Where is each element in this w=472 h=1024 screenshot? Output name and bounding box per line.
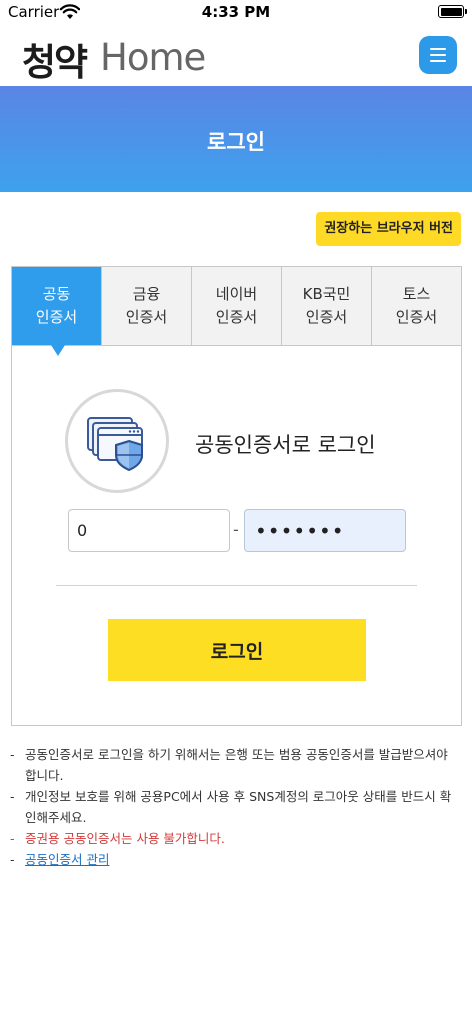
id-input[interactable] xyxy=(68,509,230,552)
battery-icon xyxy=(438,5,467,18)
menu-button[interactable] xyxy=(419,36,457,74)
hamburger-icon xyxy=(430,48,446,50)
cert-tabs: 공동 인증서 금융 인증서 네이버 인증서 KB국민 인증서 토스 인증서 xyxy=(12,267,461,356)
notice-item: 개인정보 보호를 위해 공용PC에서 사용 후 SNS계정의 로그아웃 상태를 … xyxy=(10,786,462,828)
logo-korean: 청약 xyxy=(22,41,88,84)
notice-list: 공동인증서로 로그인을 하기 위해서는 은행 또는 범용 공동인증서를 발급받으… xyxy=(10,744,462,870)
notice-item-warning: 증권용 공동인증서는 사용 불가합니다. xyxy=(10,828,462,849)
login-button[interactable]: 로그인 xyxy=(108,619,366,681)
status-time: 4:33 PM xyxy=(201,3,271,21)
recommended-browser-button[interactable]: 권장하는 브라우저 버전 xyxy=(316,212,461,246)
tab-financial-cert[interactable]: 금융 인증서 xyxy=(102,267,192,345)
input-separator: - xyxy=(233,520,239,539)
tab-toss-cert[interactable]: 토스 인증서 xyxy=(372,267,461,345)
site-logo[interactable]: 청약 Home xyxy=(22,32,222,84)
cert-management-link[interactable]: 공동인증서 관리 xyxy=(25,852,109,867)
page-title: 로그인 xyxy=(207,130,265,154)
password-input[interactable] xyxy=(244,509,406,552)
notice-item: 공동인증서로 로그인을 하기 위해서는 은행 또는 범용 공동인증서를 발급받으… xyxy=(10,744,462,786)
divider xyxy=(56,585,417,586)
logo-english: Home xyxy=(100,36,206,79)
tab-joint-cert[interactable]: 공동 인증서 xyxy=(12,267,102,356)
status-bar: Carrier 4:33 PM xyxy=(0,0,472,26)
tab-naver-cert[interactable]: 네이버 인증서 xyxy=(192,267,282,345)
cert-login-title: 공동인증서로 로그인 xyxy=(195,433,376,457)
notice-item-link: 공동인증서 관리 xyxy=(10,849,462,870)
tab-kb-cert[interactable]: KB국민 인증서 xyxy=(282,267,372,345)
login-panel: 공동 인증서 금융 인증서 네이버 인증서 KB국민 인증서 토스 인증서 공동인증서로 xyxy=(11,266,462,726)
certificate-shield-icon xyxy=(87,417,143,472)
app-header: 청약 Home xyxy=(0,26,472,86)
cert-icon-circle xyxy=(65,389,169,493)
title-banner: 로그인 xyxy=(0,86,472,192)
